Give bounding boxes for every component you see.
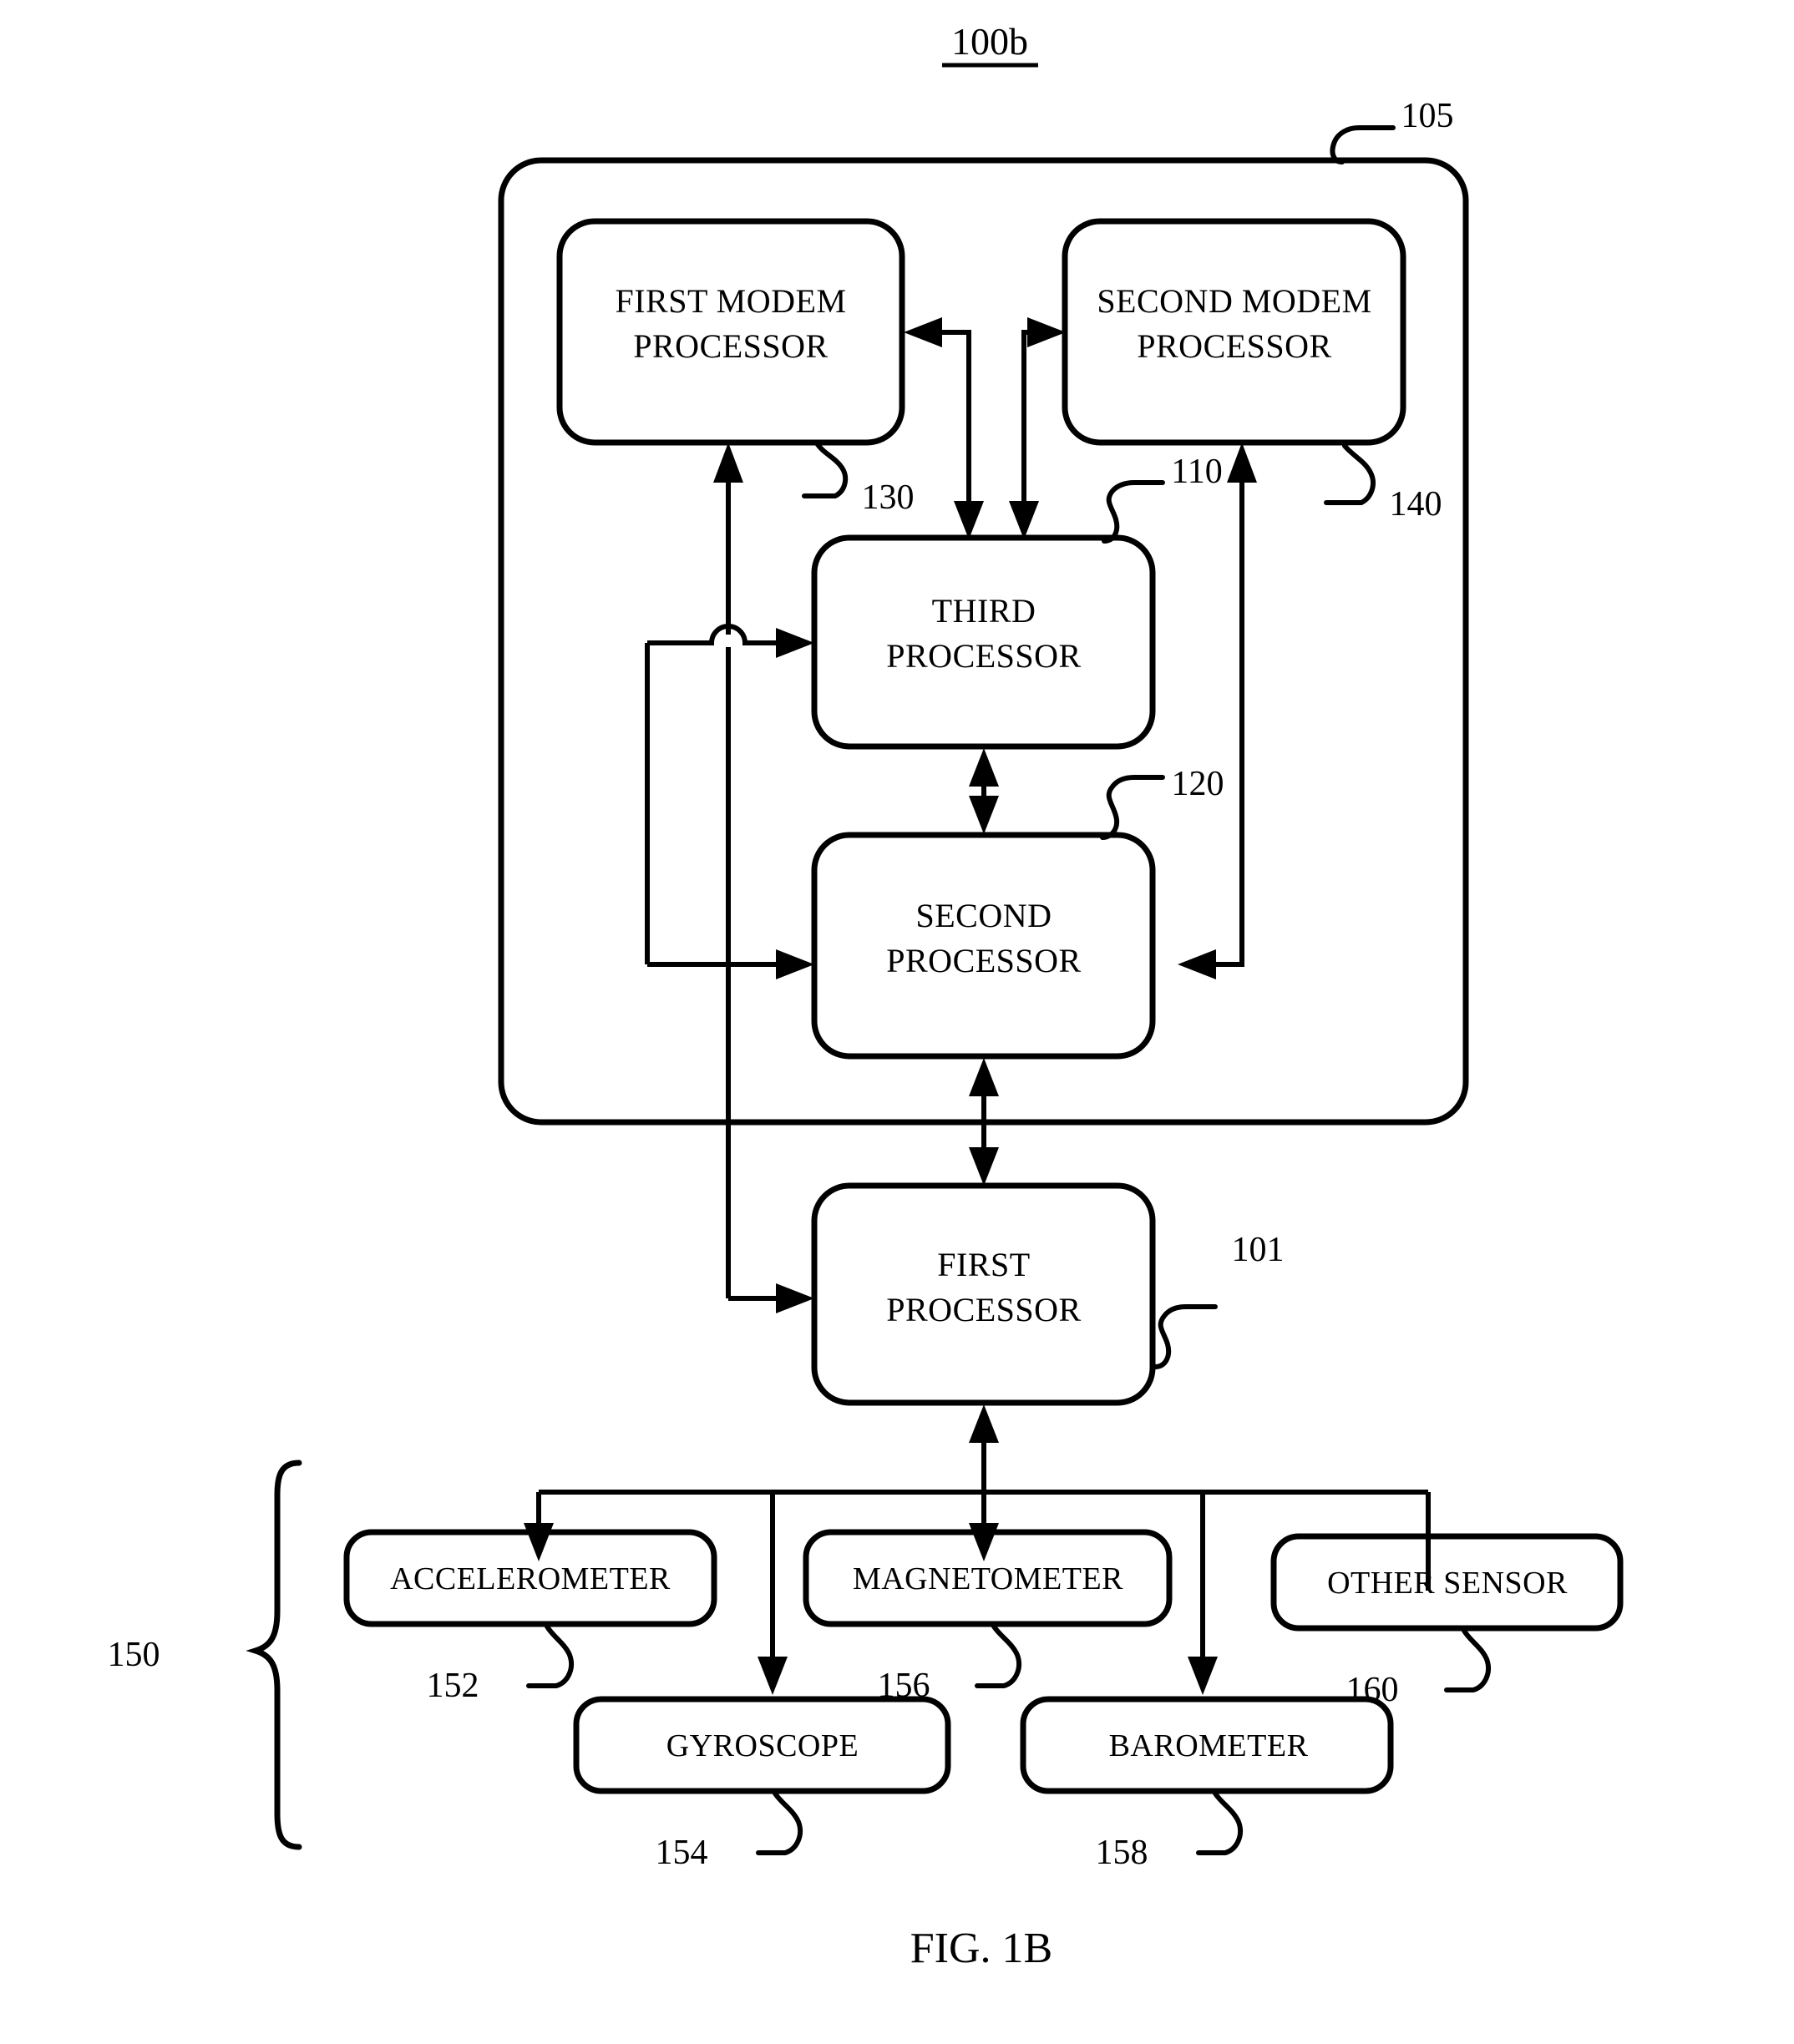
- arrowhead-into-first-modem-bottom: [713, 443, 743, 483]
- leader-156: [975, 1624, 1021, 1688]
- brace-sensor-group: [246, 1460, 302, 1850]
- leader-160: [1444, 1628, 1491, 1692]
- arrowhead-into-magnetometer: [969, 1523, 999, 1561]
- ref-110: 110: [1171, 453, 1222, 491]
- leader-120: [1100, 775, 1165, 840]
- leader-105: [1330, 125, 1396, 164]
- ref-105: 105: [1401, 97, 1454, 135]
- label-first-processor-line1: FIRST: [937, 1246, 1030, 1283]
- arrowhead-into-first-processor-left: [776, 1283, 814, 1313]
- ref-130: 130: [862, 478, 915, 517]
- leader-130: [802, 441, 849, 498]
- arrowhead-second-first-down: [969, 1147, 999, 1186]
- arrowhead-into-second-modem: [1027, 317, 1066, 347]
- label-second-modem-processor-line1: SECOND MODEM: [1097, 282, 1371, 320]
- ref-101: 101: [1232, 1231, 1285, 1269]
- arrowhead-bus-to-first-processor: [969, 1404, 999, 1443]
- figure-caption: FIG. 1B: [910, 1925, 1052, 1972]
- leader-110: [1102, 480, 1165, 544]
- arrowhead-second-first-up: [969, 1058, 999, 1096]
- ref-158: 158: [1096, 1834, 1148, 1872]
- arrowhead-into-gyroscope: [758, 1657, 788, 1695]
- arrowhead-into-third-right: [1009, 501, 1039, 539]
- arrowhead-third-second-down: [969, 796, 999, 834]
- ref-120: 120: [1172, 765, 1224, 803]
- ref-160: 160: [1346, 1671, 1399, 1709]
- arrowhead-into-second-right-side: [1178, 949, 1216, 979]
- label-first-modem-processor-line2: PROCESSOR: [633, 327, 828, 365]
- label-other-sensor: OTHER SENSOR: [1327, 1566, 1568, 1601]
- label-first-modem-processor-line1: FIRST MODEM: [615, 282, 846, 320]
- ref-150: 150: [108, 1636, 160, 1674]
- arrowhead-into-second-left-side: [776, 949, 814, 979]
- block-diagram: 100b 105 FIRST MODEM PROCESSOR 130 SECON…: [108, 20, 1624, 1972]
- label-gyroscope: GYROSCOPE: [666, 1728, 859, 1763]
- arrowhead-into-first-modem: [904, 317, 942, 347]
- patent-figure-page: 100b 105 FIRST MODEM PROCESSOR 130 SECON…: [0, 0, 1794, 2044]
- label-second-processor-line1: SECOND: [915, 897, 1052, 934]
- label-third-processor-line2: PROCESSOR: [886, 637, 1081, 675]
- label-third-processor-line1: THIRD: [932, 592, 1036, 630]
- label-second-processor-line2: PROCESSOR: [886, 942, 1081, 979]
- label-first-processor-line2: PROCESSOR: [886, 1291, 1081, 1328]
- conn-second-modem-to-second-processor: [1203, 468, 1244, 967]
- label-magnetometer: MAGNETOMETER: [853, 1561, 1123, 1596]
- ref-152: 152: [427, 1667, 479, 1705]
- label-second-modem-processor-line2: PROCESSOR: [1137, 327, 1331, 365]
- ref-154: 154: [656, 1834, 708, 1872]
- leader-152: [526, 1624, 574, 1688]
- label-accelerometer: ACCELEROMETER: [390, 1561, 671, 1596]
- ref-140: 140: [1390, 485, 1442, 524]
- conn-third-to-first-modem: [919, 330, 971, 444]
- leader-158: [1196, 1791, 1243, 1855]
- arrowhead-into-third-left: [954, 501, 984, 539]
- conn-into-third-left-with-hop: [647, 624, 789, 645]
- conn-third-to-second-modem: [1021, 330, 1051, 444]
- leader-140: [1324, 443, 1376, 505]
- arrowhead-third-second-up: [969, 748, 999, 787]
- arrowhead-into-third-left-side: [776, 628, 814, 658]
- figure-title: 100b: [951, 20, 1028, 63]
- leader-154: [756, 1791, 803, 1855]
- arrowhead-into-barometer: [1188, 1657, 1218, 1695]
- arrowhead-into-second-modem-bottom: [1227, 443, 1257, 483]
- arrowhead-into-accelerometer: [524, 1523, 554, 1561]
- leader-101: [1153, 1304, 1218, 1369]
- label-barometer: BAROMETER: [1109, 1728, 1309, 1763]
